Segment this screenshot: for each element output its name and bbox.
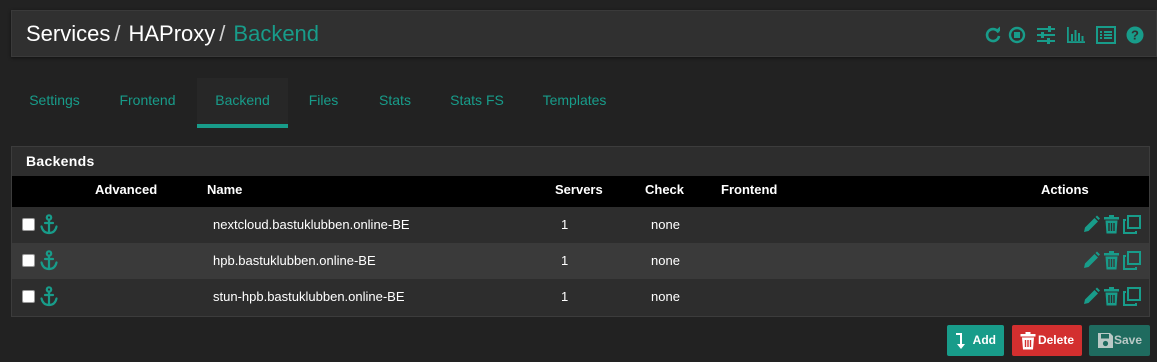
row-select-checkbox[interactable]: [22, 254, 35, 267]
tab-files[interactable]: Files: [303, 78, 344, 126]
floppy-disk-icon: [1098, 333, 1113, 348]
svg-text:?: ?: [1131, 28, 1139, 43]
backends-panel: Backends Advanced Name Servers Check Fro…: [11, 146, 1150, 317]
trash-icon: [1020, 332, 1036, 350]
bar-chart-icon[interactable]: [1066, 26, 1086, 44]
row-actions: [1082, 287, 1141, 311]
tab-stats[interactable]: Stats: [370, 78, 420, 126]
copy-icon[interactable]: [1123, 215, 1141, 239]
column-header-actions: Actions: [1041, 182, 1089, 197]
column-header-frontend: Frontend: [721, 182, 778, 197]
breadcrumb-services[interactable]: Services: [26, 21, 110, 46]
add-button-label: Add: [972, 333, 996, 347]
refresh-icon[interactable]: [984, 26, 1002, 44]
trash-icon[interactable]: [1103, 215, 1120, 239]
row-select-checkbox[interactable]: [22, 218, 35, 231]
panel-title: Backends: [26, 153, 95, 169]
tab-templates[interactable]: Templates: [536, 78, 613, 126]
pencil-icon[interactable]: [1082, 215, 1100, 239]
trash-icon[interactable]: [1103, 287, 1120, 311]
tab-settings[interactable]: Settings: [11, 78, 98, 126]
anchor-icon[interactable]: [39, 214, 59, 241]
table-row: hpb.bastuklubben.online-BE 1 none: [12, 243, 1149, 279]
anchor-icon[interactable]: [39, 286, 59, 313]
column-header-name: Name: [207, 182, 243, 197]
sliders-icon[interactable]: [1036, 26, 1056, 44]
stop-circle-icon[interactable]: [1008, 26, 1026, 44]
header-toolbar: ?: [984, 24, 1144, 46]
copy-icon[interactable]: [1123, 287, 1141, 311]
table-row: stun-hpb.bastuklubben.online-BE 1 none: [12, 279, 1149, 315]
add-button[interactable]: Add: [947, 325, 1004, 356]
pencil-icon[interactable]: [1082, 251, 1100, 275]
delete-button-label: Delete: [1037, 333, 1074, 347]
row-actions: [1082, 215, 1141, 239]
copy-icon[interactable]: [1123, 251, 1141, 275]
breadcrumb: Services / HAProxy / Backend: [26, 21, 319, 47]
backend-check: none: [651, 289, 680, 304]
backend-name: stun-hpb.bastuklubben.online-BE: [213, 289, 405, 304]
save-button[interactable]: Save: [1089, 325, 1150, 356]
list-icon[interactable]: [1096, 26, 1116, 44]
column-header-servers: Servers: [555, 182, 603, 197]
backend-servers: 1: [561, 217, 569, 232]
tab-frontend[interactable]: Frontend: [108, 78, 187, 126]
tab-bar: Settings Frontend Backend Files Stats St…: [11, 78, 651, 128]
delete-button[interactable]: Delete: [1012, 325, 1082, 356]
help-icon[interactable]: ?: [1126, 26, 1144, 44]
trash-icon[interactable]: [1103, 251, 1120, 275]
pencil-icon[interactable]: [1082, 287, 1100, 311]
backend-servers: 1: [561, 289, 569, 304]
backend-check: none: [651, 253, 680, 268]
row-select-checkbox[interactable]: [22, 290, 35, 303]
page-header: Services / HAProxy / Backend ?: [11, 10, 1157, 57]
breadcrumb-separator: /: [219, 21, 226, 46]
breadcrumb-backend: Backend: [233, 21, 320, 46]
breadcrumb-haproxy[interactable]: HAProxy: [128, 21, 215, 46]
breadcrumb-separator: /: [114, 21, 121, 46]
save-button-label: Save: [1113, 333, 1142, 347]
row-actions: [1082, 251, 1141, 275]
column-header-check: Check: [645, 182, 685, 197]
table-row: nextcloud.bastuklubben.online-BE 1 none: [12, 207, 1149, 243]
arrow-down-icon: [956, 333, 965, 349]
backend-name: hpb.bastuklubben.online-BE: [213, 253, 376, 268]
backend-servers: 1: [561, 253, 569, 268]
anchor-icon[interactable]: [39, 250, 59, 277]
backend-check: none: [651, 217, 680, 232]
column-header-advanced: Advanced: [95, 182, 158, 197]
tab-backend[interactable]: Backend: [197, 78, 288, 128]
backend-name: nextcloud.bastuklubben.online-BE: [213, 217, 410, 232]
table-header: Advanced Name Servers Check Frontend Act…: [12, 176, 1149, 207]
tab-stats-fs[interactable]: Stats FS: [441, 78, 513, 126]
